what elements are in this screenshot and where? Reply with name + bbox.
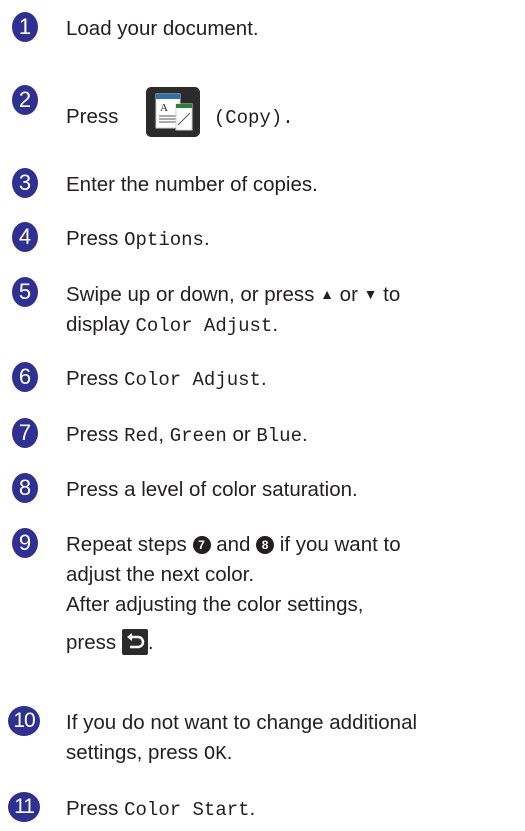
step-4-pre: Press [66, 227, 125, 250]
step-ref-7: 7 [192, 536, 211, 554]
step-5-text: Swipe up or down, or press ▲ or ▼ to dis… [66, 279, 521, 341]
step-10-line2-pre: settings, press [66, 741, 204, 764]
step-7-post: . [301, 423, 308, 446]
step-9-line-4: press . [66, 628, 521, 664]
down-arrow-icon: ▼ [363, 286, 378, 302]
step-4-post: . [203, 227, 210, 250]
step-9-text: Repeat steps 7 and 8 if you want to adju… [66, 530, 521, 664]
color-start-label: Color Start [124, 799, 250, 821]
color-adjust-label: Color Adjust [124, 369, 261, 391]
options-label: Options [124, 229, 204, 251]
step-10-line2-post: . [226, 741, 233, 764]
green-label: Green [169, 425, 227, 447]
step-4-text: Press Options. [66, 224, 521, 255]
step-number-4: 4 [12, 222, 38, 252]
step-6-post: . [260, 367, 267, 390]
step-2-pre: Press [66, 105, 119, 128]
step-9-line4-pre: press [66, 631, 122, 654]
red-label: Red [124, 425, 159, 447]
step-10-line-2: settings, press OK. [66, 738, 521, 769]
step-1-text: Load your document. [66, 17, 259, 40]
step-number-11: 11 [8, 792, 40, 822]
step-5-line2-pre: display [66, 313, 136, 336]
step-6-text: Press Color Adjust. [66, 364, 521, 395]
step-7-sep-1: , [158, 423, 170, 446]
step-9-and: and [210, 533, 257, 556]
copy-icon: A [146, 87, 201, 146]
step-3-text: Enter the number of copies. [66, 173, 318, 196]
step-number-2: 2 [12, 85, 38, 115]
step-5-line-2: display Color Adjust. [66, 310, 521, 341]
ok-label: OK [203, 743, 227, 765]
step-7-pre: Press [66, 423, 125, 446]
step-number-7: 7 [12, 418, 38, 448]
step-9-line1-post: if you want to [274, 533, 401, 556]
back-icon [121, 629, 148, 664]
step-10-text: If you do not want to change additional … [66, 708, 521, 769]
step-number-5: 5 [12, 277, 38, 307]
step-5-line2-post: . [272, 313, 279, 336]
step-ref-8: 8 [256, 536, 275, 554]
step-2-text: Press A (Copy). [66, 87, 521, 146]
step-5-line-1: Swipe up or down, or press ▲ or ▼ to [66, 279, 521, 310]
step-number-9: 9 [12, 528, 38, 558]
svg-text:A: A [160, 102, 168, 114]
blue-label: Blue [256, 425, 302, 447]
up-arrow-icon: ▲ [320, 286, 334, 302]
step-7-sep-2: or [226, 423, 257, 446]
step-number-10: 10 [8, 706, 40, 736]
color-adjust-label: Color Adjust [135, 315, 273, 337]
step-number-6: 6 [12, 362, 38, 392]
step-11-pre: Press [66, 797, 125, 820]
step-9-line1-pre: Repeat steps [66, 533, 193, 556]
step-7-text: Press Red, Green or Blue. [66, 420, 521, 451]
step-9-line-2: adjust the next color. [66, 563, 255, 586]
step-number-3: 3 [12, 168, 38, 198]
step-8-text: Press a level of color saturation. [66, 478, 358, 501]
step-9-line4-post: . [147, 631, 154, 654]
step-9-line-1: Repeat steps 7 and 8 if you want to [66, 530, 521, 560]
step-2-post: (Copy). [213, 107, 294, 129]
step-number-8: 8 [12, 473, 38, 503]
step-6-pre: Press [66, 367, 125, 390]
step-11-post: . [249, 797, 256, 820]
step-10-line-1: If you do not want to change additional [66, 711, 418, 734]
step-5-line1-post: to [377, 283, 401, 306]
step-5-line1-pre: Swipe up or down, or press [66, 283, 321, 306]
step-number-1: 1 [12, 12, 38, 42]
step-11-text: Press Color Start. [66, 794, 521, 825]
step-9-line-3: After adjusting the color settings, [66, 593, 364, 616]
step-5-or: or [333, 283, 364, 306]
